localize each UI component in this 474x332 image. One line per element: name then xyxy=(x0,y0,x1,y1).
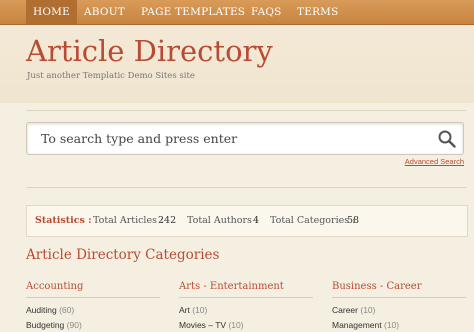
categories-heading: Article Directory Categories xyxy=(26,247,220,263)
advanced-search-link[interactable]: Advanced Search xyxy=(405,157,464,166)
category-item[interactable]: Career (10) xyxy=(332,305,375,315)
site-tagline: Just another Templatic Demo Sites site xyxy=(27,71,195,81)
nav-page-templates[interactable]: PAGE TEMPLATES xyxy=(141,0,245,24)
category-name[interactable]: Management xyxy=(332,320,382,330)
search-icon[interactable] xyxy=(437,129,457,149)
top-nav: HOME ABOUT PAGE TEMPLATES FAQS TERMS xyxy=(0,0,474,25)
total-categories-value: 58 xyxy=(347,215,360,226)
divider xyxy=(26,110,466,111)
category-count: (10) xyxy=(384,320,400,330)
search-placeholder: To search type and press enter xyxy=(41,131,238,146)
nav-home[interactable]: HOME xyxy=(26,0,77,24)
category-item[interactable]: Budgeting (90) xyxy=(26,320,82,330)
category-name[interactable]: Movies – TV xyxy=(179,320,226,330)
category-name[interactable]: Art xyxy=(179,305,190,315)
category-count: (10) xyxy=(228,320,244,330)
total-authors-value: 4 xyxy=(253,215,260,226)
category-count: (90) xyxy=(66,320,82,330)
divider xyxy=(179,297,313,298)
total-categories-label: Total Categories : xyxy=(270,215,356,226)
nav-faqs[interactable]: FAQS xyxy=(251,0,282,24)
category-business-career[interactable]: Business - Career xyxy=(332,281,422,292)
category-name[interactable]: Career xyxy=(332,305,358,315)
nav-terms[interactable]: TERMS xyxy=(297,0,339,24)
category-item[interactable]: Art (10) xyxy=(179,305,207,315)
total-authors-label: Total Authors : xyxy=(187,215,259,226)
statistics-label: Statistics : xyxy=(35,215,92,226)
divider xyxy=(332,297,466,298)
total-articles-label: Total Articles : xyxy=(93,215,164,226)
category-item[interactable]: Movies – TV (10) xyxy=(179,320,244,330)
nav-about[interactable]: ABOUT xyxy=(84,0,125,24)
site-title[interactable]: Article Directory xyxy=(26,34,273,68)
category-name[interactable]: Auditing xyxy=(26,305,57,315)
category-arts-entertainment[interactable]: Arts - Entertainment xyxy=(179,281,284,292)
statistics-bar: Statistics : Total Articles : 242 Total … xyxy=(26,205,468,237)
category-item[interactable]: Management (10) xyxy=(332,320,399,330)
total-articles-value: 242 xyxy=(158,215,177,226)
divider xyxy=(26,187,466,188)
category-count: (10) xyxy=(360,305,376,315)
search-input[interactable]: To search type and press enter xyxy=(26,122,464,155)
category-count: (10) xyxy=(192,305,208,315)
category-accounting[interactable]: Accounting xyxy=(26,281,83,292)
category-item[interactable]: Auditing (60) xyxy=(26,305,74,315)
category-count: (60) xyxy=(59,305,75,315)
category-name[interactable]: Budgeting xyxy=(26,320,64,330)
divider xyxy=(26,297,160,298)
